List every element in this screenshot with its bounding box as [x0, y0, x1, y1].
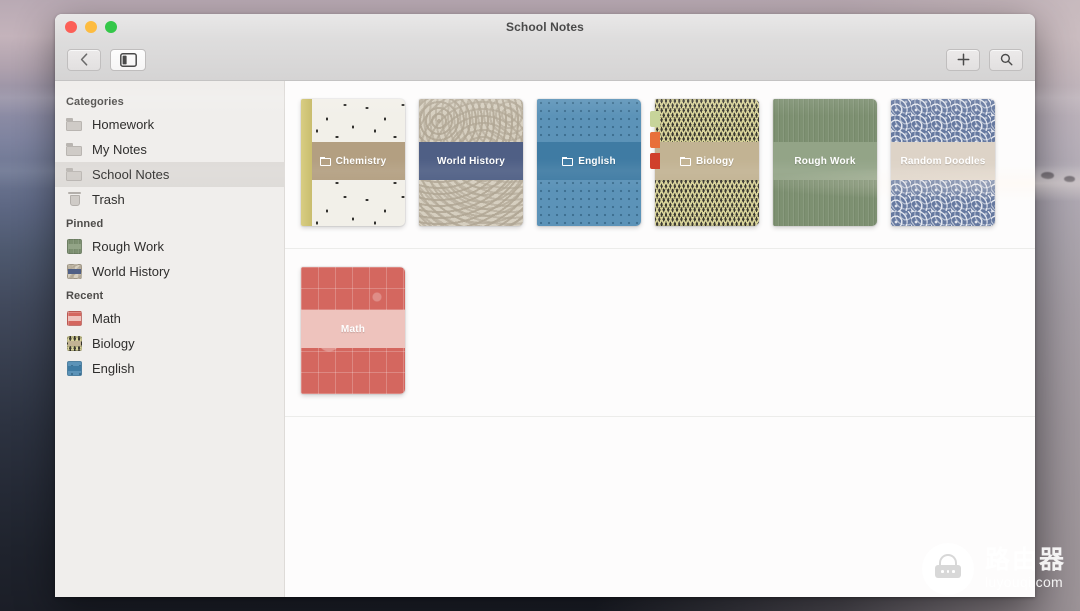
sidebar: Categories Homework My Notes School Note… [55, 81, 285, 597]
notebook-title: Random Doodles [900, 155, 986, 167]
trash-icon [66, 192, 83, 207]
notebook-title-band: English [537, 142, 641, 181]
notebook-cover[interactable]: English [537, 99, 641, 226]
toolbar-left-group [67, 48, 146, 71]
notebook-cover[interactable]: Math [301, 267, 405, 394]
notebook-title-band: World History [419, 142, 523, 181]
notebook-grid: Chemistry World History English Biology … [285, 81, 1035, 597]
notebook-title: Chemistry [335, 155, 387, 167]
notebook-swatch-icon [66, 336, 83, 351]
search-button[interactable] [989, 48, 1023, 71]
traffic-lights [65, 21, 117, 33]
sidebar-item-biology[interactable]: Biology [55, 331, 284, 356]
notebook-title-band: Biology [655, 142, 759, 181]
notebook-title: Math [340, 323, 366, 335]
notebook-item-world-history[interactable]: World History [419, 99, 523, 226]
notebook-item-rough-work[interactable]: Rough Work [773, 99, 877, 226]
folder-icon [562, 156, 574, 166]
notebook-title: World History [437, 155, 505, 167]
folder-icon [66, 142, 83, 157]
sidebar-toggle-button[interactable] [110, 48, 146, 71]
search-icon [1000, 53, 1012, 66]
notebook-item-chemistry[interactable]: Chemistry [301, 99, 405, 226]
notebook-swatch-icon [66, 264, 83, 279]
sidebar-item-label: Homework [92, 117, 155, 132]
notebook-cover[interactable]: Random Doodles [891, 99, 995, 226]
notebook-cover[interactable]: World History [419, 99, 523, 226]
notebook-cover[interactable]: Rough Work [773, 99, 877, 226]
notebook-title: Biology [695, 155, 735, 167]
sidebar-item-label: Biology [92, 336, 135, 351]
plus-icon [957, 53, 969, 66]
sidebar-item-school-notes[interactable]: School Notes [55, 162, 284, 187]
chevron-left-icon [80, 53, 88, 66]
sidebar-item-my-notes[interactable]: My Notes [55, 137, 284, 162]
notebook-cover[interactable]: Biology [655, 99, 759, 226]
window-title: School Notes [506, 19, 584, 34]
notebook-page-tabs [650, 111, 660, 174]
sidebar-item-label: World History [92, 264, 170, 279]
close-button[interactable] [65, 21, 77, 33]
notebook-cover[interactable]: Chemistry [301, 99, 405, 226]
toolbar-right-group [946, 48, 1023, 71]
back-button[interactable] [67, 48, 101, 71]
sidebar-item-label: School Notes [92, 167, 170, 182]
sidebar-toggle-icon [119, 52, 137, 67]
notebook-title: English [578, 155, 616, 167]
window-body: Categories Homework My Notes School Note… [55, 81, 1035, 597]
notebook-title-band: Chemistry [301, 142, 405, 181]
sidebar-item-math[interactable]: Math [55, 306, 284, 331]
sidebar-item-label: Math [92, 311, 121, 326]
minimize-button[interactable] [85, 21, 97, 33]
sidebar-section-header-recent: Recent [66, 290, 104, 302]
notebook-swatch-icon [66, 361, 83, 376]
notebook-title-band: Rough Work [773, 142, 877, 181]
sidebar-item-label: English [92, 361, 135, 376]
notebook-item-random-doodles[interactable]: Random Doodles [891, 99, 995, 226]
notebook-row: Math [285, 249, 1035, 417]
add-button[interactable] [946, 48, 980, 71]
notebook-title-band: Math [301, 310, 405, 349]
sidebar-section-header-categories: Categories [66, 96, 124, 108]
notebook-title-band: Random Doodles [891, 142, 995, 181]
notebook-item-biology[interactable]: Biology [650, 99, 759, 226]
sidebar-item-label: Trash [92, 192, 125, 207]
notebook-title: Rough Work [794, 155, 856, 167]
folder-icon [66, 117, 83, 132]
notebook-item-math[interactable]: Math [301, 267, 405, 394]
sidebar-section-header-pinned: Pinned [66, 218, 104, 230]
maximize-button[interactable] [105, 21, 117, 33]
toolbar [55, 39, 1035, 81]
app-window: School Notes Categories Homework My Note… [55, 14, 1035, 597]
sidebar-item-english[interactable]: English [55, 356, 284, 381]
folder-icon [66, 167, 83, 182]
folder-icon [679, 156, 691, 166]
sidebar-item-label: My Notes [92, 142, 147, 157]
notebook-binding [301, 99, 312, 226]
notebook-swatch-icon [66, 239, 83, 254]
window-titlebar: School Notes [55, 14, 1035, 39]
sidebar-item-trash[interactable]: Trash [55, 187, 284, 212]
sidebar-item-homework[interactable]: Homework [55, 112, 284, 137]
folder-icon [319, 156, 331, 166]
sidebar-item-label: Rough Work [92, 239, 165, 254]
sidebar-item-world-history[interactable]: World History [55, 259, 284, 284]
desktop-wallpaper: School Notes Categories Homework My Note… [0, 0, 1080, 611]
notebook-item-english[interactable]: English [537, 99, 641, 226]
notebook-row: Chemistry World History English Biology … [285, 81, 1035, 249]
notebook-swatch-icon [66, 311, 83, 326]
wallpaper-rock [1064, 176, 1075, 182]
notebook-row-empty [285, 417, 1035, 577]
wallpaper-rock [1041, 172, 1054, 179]
sidebar-item-rough-work[interactable]: Rough Work [55, 234, 284, 259]
